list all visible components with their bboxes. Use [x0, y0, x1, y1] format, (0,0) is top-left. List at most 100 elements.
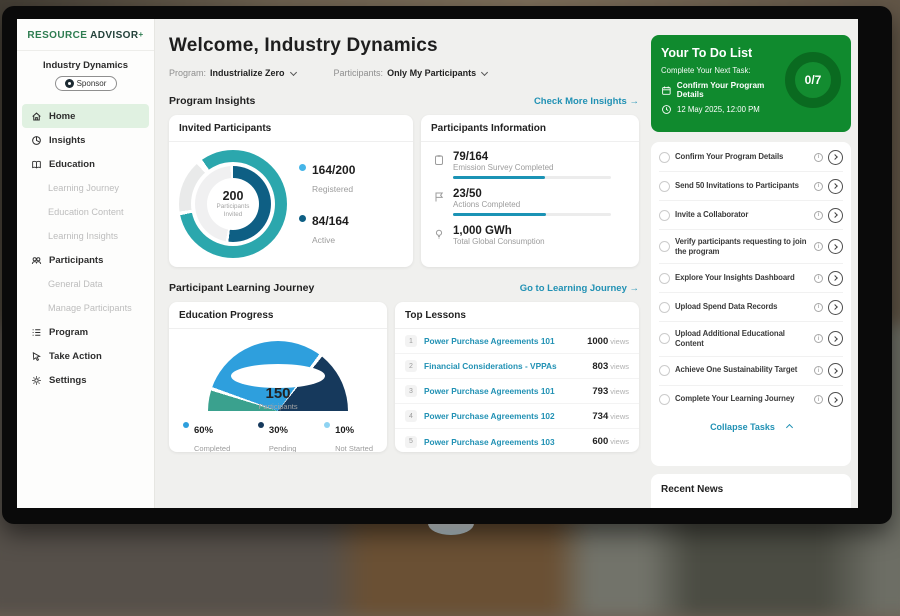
insights-cards-row: Invited Participants 200 Participants In… — [169, 115, 639, 267]
task-checkbox[interactable] — [659, 273, 670, 284]
go-to-learning-journey-link[interactable]: Go to Learning Journey — [520, 283, 639, 294]
card-title: Invited Participants — [169, 115, 413, 142]
rank-badge: 2 — [405, 360, 417, 372]
sidebar-item-label: Insights — [49, 135, 85, 146]
top-lessons-card: Top Lessons 1 Power Purchase Agreements … — [395, 302, 639, 452]
sidebar-item-settings[interactable]: Settings — [17, 368, 154, 392]
stat-global-consumption: 1,000 GWh Total Global Consumption — [433, 225, 627, 250]
legend-completed: 60% Completed — [183, 420, 230, 452]
sponsor-label: Sponsor — [77, 79, 107, 88]
dashboard-screen: RESOURCE ADVISOR+ Industry Dynamics Spon… — [17, 19, 858, 508]
task-checkbox[interactable] — [659, 241, 670, 252]
task-row: Upload Additional Educational Content — [659, 322, 843, 356]
logo-text-secondary: ADVISOR — [90, 30, 138, 41]
info-icon[interactable] — [814, 242, 823, 251]
program-dropdown[interactable]: Program: Industrialize Zero — [169, 68, 296, 78]
legend-dot — [183, 422, 189, 428]
sidebar-item-education[interactable]: Education — [17, 152, 154, 176]
sidebar-item-education-content[interactable]: Education Content — [17, 200, 154, 224]
sidebar-item-program[interactable]: Program — [17, 320, 154, 344]
sidebar-item-manage-participants[interactable]: Manage Participants — [17, 296, 154, 320]
participants-icon — [31, 255, 42, 266]
sponsor-icon — [65, 79, 74, 88]
learning-journey-header: Participant Learning Journey Go to Learn… — [169, 282, 639, 294]
participants-filter-label: Participants: — [334, 68, 384, 78]
task-go-button[interactable] — [828, 271, 843, 286]
task-checkbox[interactable] — [659, 394, 670, 405]
sidebar-item-participants[interactable]: Participants — [17, 248, 154, 272]
lesson-link[interactable]: Power Purchase Agreements 103 — [424, 437, 585, 447]
legend-dot — [258, 422, 264, 428]
check-more-insights-link[interactable]: Check More Insights — [534, 96, 639, 107]
task-checkbox[interactable] — [659, 302, 670, 313]
lesson-link[interactable]: Financial Considerations - VPPAs — [424, 361, 585, 371]
info-icon[interactable] — [814, 274, 823, 283]
sidebar-item-label: Take Action — [49, 351, 102, 362]
task-checkbox[interactable] — [659, 365, 670, 376]
lesson-link[interactable]: Power Purchase Agreements 102 — [424, 411, 585, 421]
todo-progress-ring: 0/7 — [785, 52, 841, 108]
task-checkbox[interactable] — [659, 210, 670, 221]
program-filter-label: Program: — [169, 68, 206, 78]
task-row: Achieve One Sustainability Target — [659, 357, 843, 386]
info-icon[interactable] — [814, 395, 823, 404]
participants-dropdown[interactable]: Participants: Only My Participants — [334, 68, 488, 78]
todo-progress-count: 0/7 — [805, 73, 822, 87]
task-go-button[interactable] — [828, 179, 843, 194]
calendar-icon — [661, 85, 672, 96]
legend-dot — [324, 422, 330, 428]
lightbulb-icon — [433, 228, 445, 240]
legend-dot — [299, 164, 306, 171]
lesson-row: 2 Financial Considerations - VPPAs 803vi… — [395, 354, 639, 379]
donut-center-label: Invited — [224, 211, 243, 219]
sidebar-item-learning-journey[interactable]: Learning Journey — [17, 176, 154, 200]
card-title: Top Lessons — [395, 302, 639, 329]
stat-emission-survey: 79/164 Emission Survey Completed — [433, 151, 627, 179]
task-go-button[interactable] — [828, 150, 843, 165]
info-icon[interactable] — [814, 303, 823, 312]
lesson-link[interactable]: Power Purchase Agreements 101 — [424, 386, 585, 396]
sidebar-item-home[interactable]: Home — [22, 104, 149, 128]
learning-cards-row: Education Progress 150 Participants 60% … — [169, 302, 639, 452]
task-row: Send 50 Invitations to Participants — [659, 172, 843, 201]
chevron-right-icon — [832, 275, 838, 281]
monitor-bezel: RESOURCE ADVISOR+ Industry Dynamics Spon… — [2, 6, 892, 524]
chevron-up-icon — [786, 424, 793, 431]
task-go-button[interactable] — [828, 300, 843, 315]
task-row: Upload Spend Data Records — [659, 293, 843, 322]
task-checkbox[interactable] — [659, 152, 670, 163]
card-title: Education Progress — [169, 302, 387, 329]
chevron-right-icon — [832, 304, 838, 310]
sidebar-item-label: Education Content — [48, 207, 124, 217]
sidebar-item-label: Program — [49, 327, 88, 338]
info-icon[interactable] — [814, 211, 823, 220]
program-filter-value: Industrialize Zero — [210, 68, 285, 78]
todo-panel: Your To Do List Complete Your Next Task:… — [651, 19, 858, 508]
info-icon[interactable] — [814, 182, 823, 191]
filter-bar: Program: Industrialize Zero Participants… — [169, 68, 639, 78]
info-icon[interactable] — [814, 334, 823, 343]
task-checkbox[interactable] — [659, 181, 670, 192]
sidebar-item-label: Learning Journey — [48, 183, 119, 193]
task-go-button[interactable] — [828, 331, 843, 346]
sidebar-item-take-action[interactable]: Take Action — [17, 344, 154, 368]
clipboard-icon — [433, 154, 445, 166]
task-go-button[interactable] — [828, 239, 843, 254]
sidebar-item-learning-insights[interactable]: Learning Insights — [17, 224, 154, 248]
sidebar-item-insights[interactable]: Insights — [17, 128, 154, 152]
chevron-down-icon — [481, 68, 488, 75]
task-go-button[interactable] — [828, 392, 843, 407]
lesson-link[interactable]: Power Purchase Agreements 101 — [424, 336, 580, 346]
legend-active: 84/164 Active — [299, 212, 355, 248]
chevron-right-icon — [832, 397, 838, 403]
flag-icon — [433, 191, 445, 203]
book-icon — [31, 159, 42, 170]
collapse-tasks-link[interactable]: Collapse Tasks — [659, 414, 843, 441]
gauge-center: 150 Participants — [208, 385, 348, 411]
task-go-button[interactable] — [828, 363, 843, 378]
task-go-button[interactable] — [828, 208, 843, 223]
task-checkbox[interactable] — [659, 333, 670, 344]
sidebar-item-general-data[interactable]: General Data — [17, 272, 154, 296]
info-icon[interactable] — [814, 153, 823, 162]
info-icon[interactable] — [814, 366, 823, 375]
